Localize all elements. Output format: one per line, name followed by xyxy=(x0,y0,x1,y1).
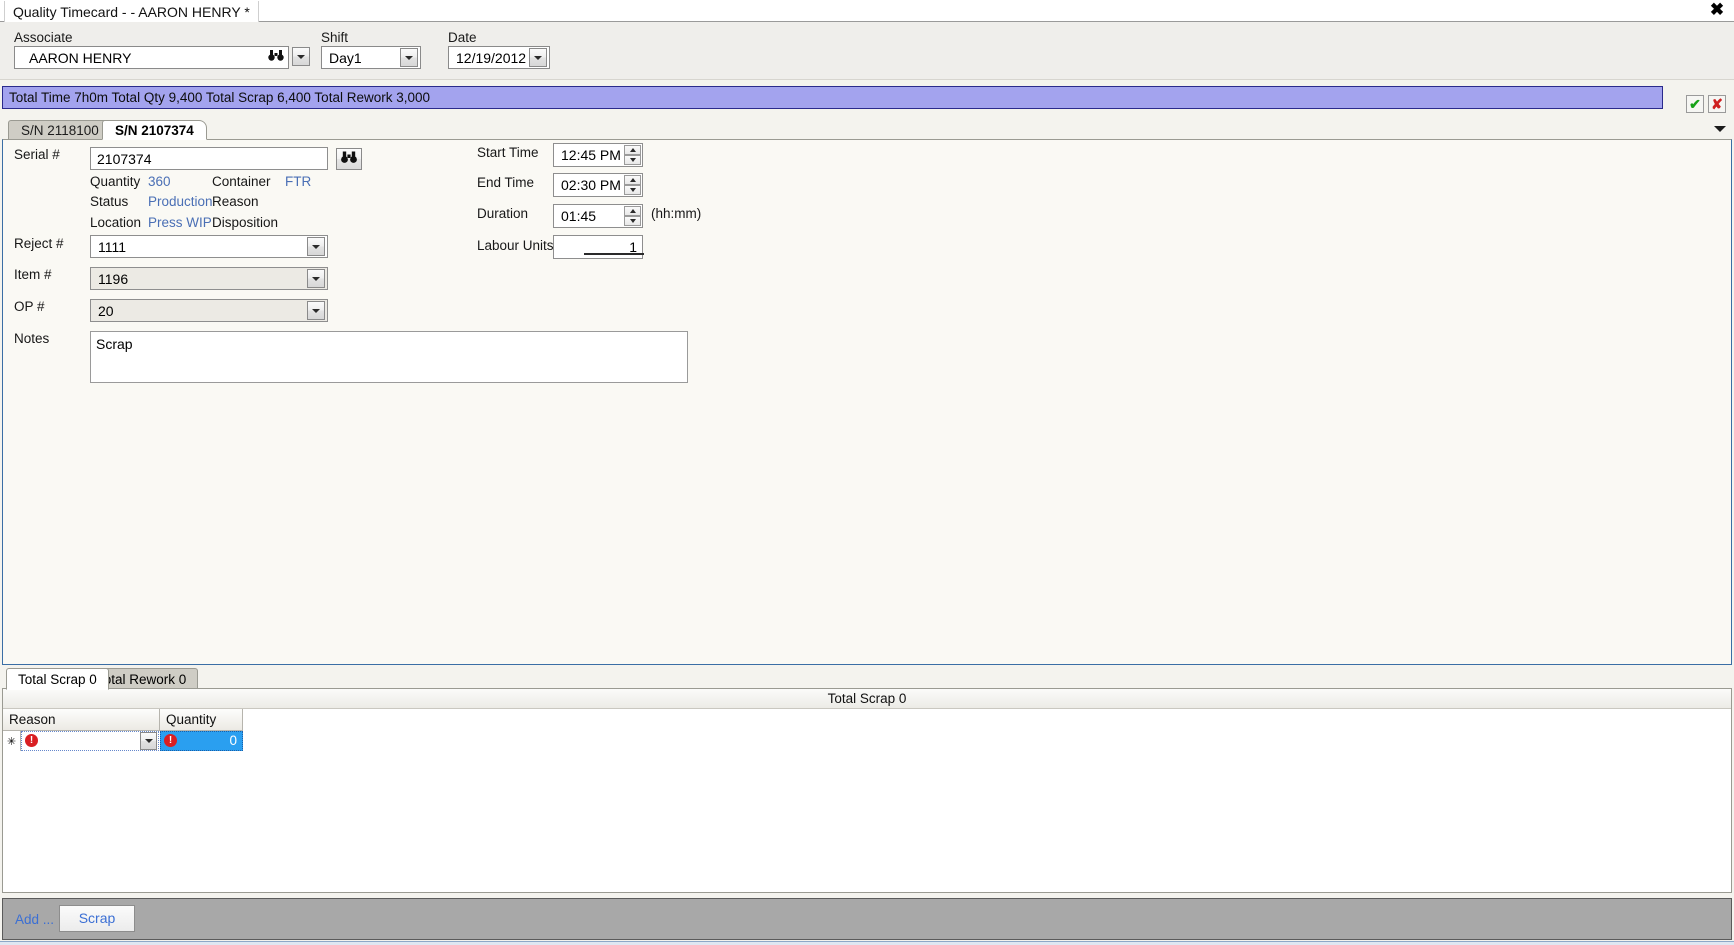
table-row-quantity-cell[interactable]: ! 0 xyxy=(160,731,243,751)
reject-chevron-down-icon[interactable] xyxy=(307,237,325,256)
start-time-value: 12:45 PM xyxy=(561,147,621,163)
item-label: Item # xyxy=(14,267,52,282)
info-disposition-key: Disposition xyxy=(212,215,279,230)
column-header-reason[interactable]: Reason xyxy=(3,709,160,731)
totals-banner: Total Time 7h0m Total Qty 9,400 Total Sc… xyxy=(2,86,1663,109)
new-row-asterisk-icon: ✳ xyxy=(6,736,17,748)
date-picker[interactable]: 12/19/2012 xyxy=(448,46,550,69)
duration-value: 01:45 xyxy=(561,208,597,224)
end-time-spin-down-icon[interactable] xyxy=(624,185,641,195)
quality-timecard-window: Quality Timecard - - AARON HENRY * ✖ Ass… xyxy=(0,0,1734,945)
op-select[interactable]: 20 xyxy=(90,299,328,322)
info-quantity-key: Quantity xyxy=(90,174,141,189)
start-time-input[interactable]: 12:45 PM xyxy=(553,143,643,167)
associate-input[interactable]: AARON HENRY xyxy=(14,46,289,69)
reject-select[interactable]: 1111 xyxy=(90,235,328,258)
associate-value: AARON HENRY xyxy=(29,50,132,66)
shift-label: Shift xyxy=(321,30,349,45)
table-row-reason-cell[interactable]: ! xyxy=(21,731,159,751)
grid-caption: Total Scrap 0 xyxy=(3,689,1731,709)
binoculars-icon xyxy=(341,151,357,163)
title-bar: Quality Timecard - - AARON HENRY * ✖ xyxy=(0,0,1734,22)
serial-tab-strip: S/N 2118100 S/N 2107374 xyxy=(2,118,1732,140)
end-time-input[interactable]: 02:30 PM xyxy=(553,173,643,197)
tab-total-scrap[interactable]: Total Scrap 0 xyxy=(6,668,109,690)
op-chevron-down-icon[interactable] xyxy=(307,301,325,320)
serial-input[interactable]: 2107374 xyxy=(90,147,328,170)
tab-sn-2107374[interactable]: S/N 2107374 xyxy=(102,120,207,140)
info-reason-key: Reason xyxy=(212,194,259,209)
date-value: 12/19/2012 xyxy=(456,50,527,66)
tab-sn-2107374-label: S/N 2107374 xyxy=(115,123,194,138)
info-location-key: Location xyxy=(90,215,142,230)
start-time-spin-down-icon[interactable] xyxy=(624,155,641,165)
reason-chevron-down-icon[interactable] xyxy=(140,732,157,750)
column-header-quantity[interactable]: Quantity xyxy=(160,709,243,731)
start-time-label: Start Time xyxy=(477,145,539,160)
row-header-new[interactable]: ✳ xyxy=(3,731,21,751)
info-container-value[interactable]: FTR xyxy=(285,174,311,189)
tab-total-scrap-label: Total Scrap 0 xyxy=(18,672,97,687)
tab-overflow-chevron-down-icon[interactable] xyxy=(1714,124,1726,134)
reason-error-icon[interactable]: ! xyxy=(25,734,38,747)
window-bottom-edge xyxy=(0,941,1734,945)
reject-value: 1111 xyxy=(98,239,127,255)
duration-spin-down-icon[interactable] xyxy=(624,216,641,226)
serial-value: 2107374 xyxy=(97,151,152,167)
labour-units-value: 1 xyxy=(629,239,637,255)
accept-button[interactable]: ✔ xyxy=(1686,95,1704,113)
action-toolbar: Add ... Scrap xyxy=(2,898,1732,940)
info-status-key: Status xyxy=(90,194,129,209)
shift-value: Day1 xyxy=(329,50,362,66)
tab-sn-2118100-label: S/N 2118100 xyxy=(21,123,99,138)
close-icon[interactable]: ✖ xyxy=(1708,1,1726,19)
document-tab-label: Quality Timecard - - AARON HENRY * xyxy=(13,4,250,20)
date-label: Date xyxy=(448,30,477,45)
binoculars-icon[interactable] xyxy=(267,49,285,66)
notes-label: Notes xyxy=(14,331,50,346)
item-chevron-down-icon[interactable] xyxy=(307,269,325,288)
quantity-error-icon[interactable]: ! xyxy=(164,734,177,747)
add-button[interactable]: Add ... xyxy=(15,912,54,927)
binoculars-glyph xyxy=(268,50,284,61)
quantity-cell-value: 0 xyxy=(229,733,237,748)
item-select[interactable]: 1196 xyxy=(90,267,328,290)
end-time-value: 02:30 PM xyxy=(561,177,621,193)
confirm-button-group: ✔ ✘ xyxy=(1686,95,1728,114)
duration-spin-up-icon[interactable] xyxy=(624,206,641,216)
info-quantity-value[interactable]: 360 xyxy=(148,174,171,189)
labour-units-label: Labour Units xyxy=(477,238,554,253)
op-value: 20 xyxy=(98,303,114,319)
labour-units-input[interactable]: 1 xyxy=(553,235,644,259)
duration-label: Duration xyxy=(477,206,529,221)
info-container-key: Container xyxy=(212,174,271,189)
scrap-button[interactable]: Scrap xyxy=(59,905,135,932)
end-time-spin-up-icon[interactable] xyxy=(624,175,641,185)
associate-label: Associate xyxy=(14,30,73,45)
reject-label: Reject # xyxy=(14,236,64,251)
duration-input[interactable]: 01:45 xyxy=(553,204,643,228)
end-time-label: End Time xyxy=(477,175,535,190)
notes-value: Scrap xyxy=(96,336,133,352)
cancel-button[interactable]: ✘ xyxy=(1708,95,1726,113)
date-chevron-down-icon[interactable] xyxy=(529,48,547,67)
tab-total-rework-label: Total Rework 0 xyxy=(97,672,187,687)
document-tab[interactable]: Quality Timecard - - AARON HENRY * xyxy=(4,1,259,22)
info-location-value[interactable]: Press WIP xyxy=(148,215,212,230)
item-value: 1196 xyxy=(98,271,129,287)
serial-lookup-button[interactable] xyxy=(336,148,362,170)
scrap-grid-panel: Total Scrap 0 Reason Quantity ✳ ! ! ! 0 xyxy=(2,688,1732,893)
info-status-value[interactable]: Production xyxy=(148,194,213,209)
serial-label: Serial # xyxy=(14,147,60,162)
op-label: OP # xyxy=(14,299,45,314)
shift-select[interactable]: Day1 xyxy=(321,46,421,69)
shift-chevron-down-icon[interactable] xyxy=(400,48,418,67)
associate-dropdown-button[interactable] xyxy=(292,47,310,66)
notes-textarea[interactable]: Scrap xyxy=(90,331,688,383)
start-time-spin-up-icon[interactable] xyxy=(624,145,641,155)
tab-sn-2118100[interactable]: S/N 2118100 xyxy=(8,120,112,140)
duration-format-hint: (hh:mm) xyxy=(651,206,702,221)
bottom-tab-strip: Total Scrap 0 Total Rework 0 xyxy=(2,666,1732,690)
